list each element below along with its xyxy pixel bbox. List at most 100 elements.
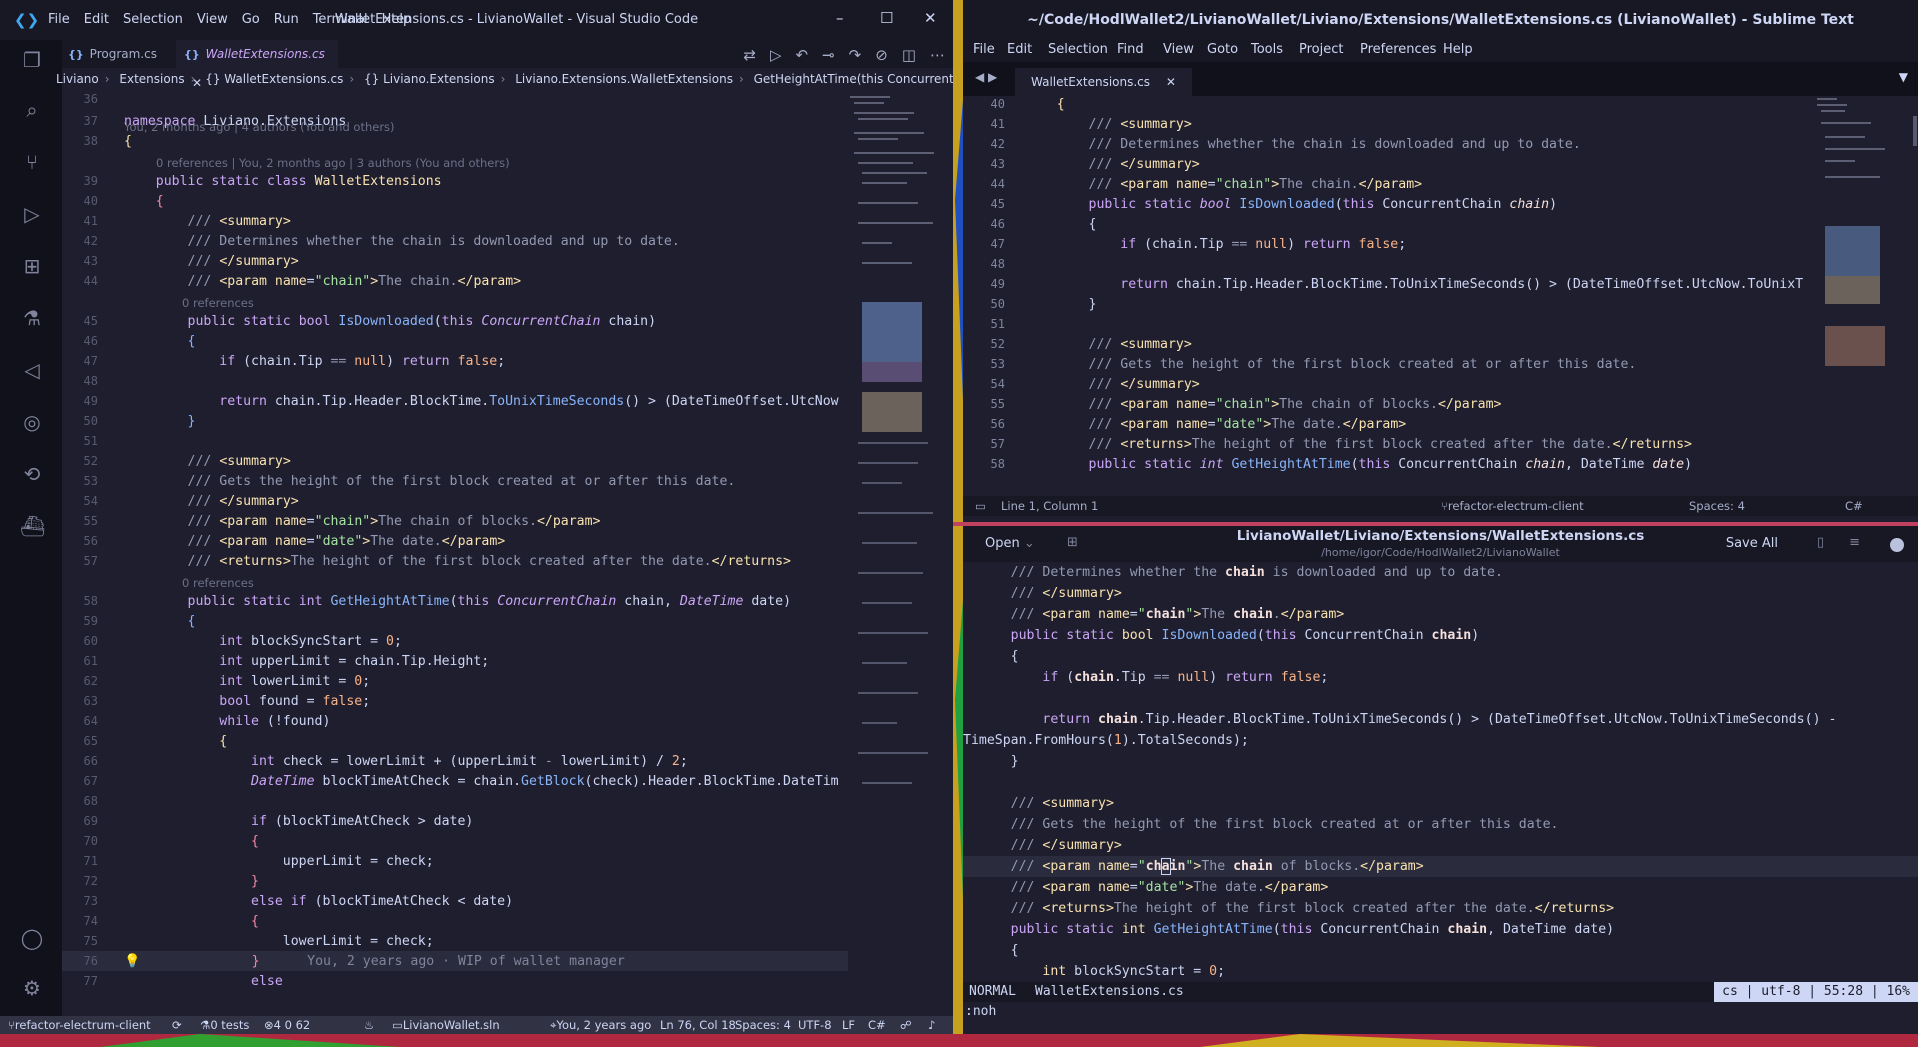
sublime-editor[interactable]: 40 { 41 /// <summary> 42 /// Determines … [963, 96, 1813, 482]
code-line: return chain.Tip.Header.BlockTime.ToUnix… [1042, 712, 1837, 727]
close-icon[interactable]: ✕ [924, 9, 937, 27]
save-icon[interactable]: ▯ [1817, 535, 1824, 550]
gvim-headerbar: Open ⌄ ⊞ LivianoWallet/Liviano/Extension… [963, 526, 1918, 562]
encoding[interactable]: UTF-8 [798, 1016, 832, 1034]
sublime-window: ~/Code/HodlWallet2/LivianoWallet/Liviano… [963, 0, 1918, 522]
timeline-icon[interactable]: ⊸ [822, 46, 835, 64]
code-line: 71 upperLimit = check; [83, 854, 434, 869]
code-line: { [963, 943, 1019, 958]
extensions-icon[interactable]: ⊞ [20, 254, 44, 278]
tab-close-icon[interactable]: ✕ [1166, 75, 1176, 89]
breadcrumb-item[interactable]: Liviano [56, 72, 99, 86]
solution-indicator[interactable]: ▭ LivianoWallet.sln [392, 1016, 500, 1034]
tab-program-cs[interactable]: {} Program.cs [62, 40, 176, 68]
end-of-line[interactable]: LF [842, 1016, 855, 1034]
code-line: 74 { [83, 914, 259, 929]
breadcrumb-item[interactable]: GetHeightAtTime(this ConcurrentChain cha… [754, 72, 953, 86]
maximize-icon[interactable]: ☐ [880, 9, 893, 27]
tests-indicator[interactable]: ⚗ 0 tests [200, 1016, 249, 1034]
sublime-minimap[interactable] [1813, 96, 1918, 482]
notifications-bell-icon[interactable]: ♪ [928, 1016, 935, 1034]
remote-explorer-icon[interactable]: ◁ [20, 358, 44, 382]
codelens[interactable]: 0 references [182, 575, 254, 591]
inline-blame: You, 2 years ago · WIP of wallet manager [307, 954, 625, 969]
branch-indicator[interactable]: ⑂ refactor-electrum-client [1441, 496, 1584, 516]
breadcrumb-item[interactable]: Extensions [119, 72, 184, 86]
code-line: 47 if (chain.Tip == null) return false; [990, 237, 1407, 252]
code-line: int blockSyncStart = 0; [1042, 964, 1226, 979]
menu-help[interactable]: Help [1443, 42, 1473, 57]
code-editor[interactable]: 36 You, 2 months ago | 4 authors (You an… [62, 92, 848, 1016]
code-line: 47 if (chain.Tip == null) return false; [83, 354, 506, 369]
code-line: 41 /// <summary> [83, 214, 291, 229]
flame-icon[interactable]: ♨ [364, 1016, 374, 1034]
indentation[interactable]: Spaces: 4 [1689, 496, 1745, 516]
menu-tools[interactable]: Tools [1251, 42, 1283, 57]
menu-view[interactable]: View [1163, 42, 1194, 57]
tab-walletextensions-cs[interactable]: {} WalletExtensions.cs ✕ [176, 40, 338, 90]
blame-indicator[interactable]: ⌖ You, 2 years ago [550, 1016, 651, 1034]
feedback-icon[interactable]: ☍ [900, 1016, 912, 1034]
problems-indicator[interactable]: ⊗ 4 0 62 [264, 1016, 310, 1034]
language-mode[interactable]: C# [868, 1016, 886, 1034]
run-icon[interactable]: ▷ [770, 46, 782, 64]
code-line: /// </summary> [1010, 838, 1122, 853]
menu-file[interactable]: File [973, 42, 995, 57]
account-icon[interactable]: ◯ [20, 926, 44, 950]
close-icon[interactable] [1890, 538, 1904, 552]
gvim-buffer[interactable]: /// Determines whether the chain is down… [963, 562, 1918, 988]
menu-preferences[interactable]: Preferences [1360, 42, 1436, 57]
code-line: 43 /// </summary> [990, 157, 1200, 172]
code-line: if (chain.Tip == null) return false; [1042, 670, 1329, 685]
menu-find[interactable]: Find [1117, 42, 1144, 57]
code-line: 70 { [83, 834, 259, 849]
settings-gear-icon[interactable]: ⚙ [20, 976, 44, 1000]
gitlens-icon[interactable]: ◎ [20, 410, 44, 434]
codelens[interactable]: 0 references | You, 2 months ago | 3 aut… [156, 155, 510, 171]
open-changes-icon[interactable]: ⇄ [743, 46, 756, 64]
code-line: 58 public static int GetHeightAtTime(thi… [83, 594, 792, 609]
tab-dropdown-icon[interactable]: ▼ [1899, 70, 1908, 84]
syntax[interactable]: C# [1845, 496, 1863, 516]
docker-icon[interactable]: ⛴ [20, 514, 45, 538]
menu-edit[interactable]: Edit [1007, 42, 1032, 57]
sync-icon[interactable]: ⟳ [172, 1016, 182, 1034]
breadcrumb-item[interactable]: Liviano.Extensions.WalletExtensions [515, 72, 733, 86]
code-line: /// <returns>The height of the first blo… [1010, 901, 1615, 916]
code-line: 69 if (blockTimeAtCheck > date) [83, 814, 474, 829]
minimap[interactable] [848, 92, 948, 1016]
code-line: 57 /// <returns>The height of the first … [990, 437, 1692, 452]
tab-nav-arrows-icon[interactable]: ◀ ▶ [975, 70, 997, 84]
branch-indicator[interactable]: ⑂ refactor-electrum-client [8, 1016, 151, 1034]
menu-project[interactable]: Project [1299, 42, 1343, 57]
testing-icon[interactable]: ⚗ [20, 306, 44, 330]
codelens[interactable]: 0 references [182, 295, 254, 311]
save-all-button[interactable]: Save All [1726, 536, 1778, 551]
panel-toggle-icon[interactable]: ▭ [975, 496, 986, 516]
hamburger-menu-icon[interactable]: ≡ [1849, 535, 1860, 550]
run-debug-icon[interactable]: ▷ [20, 202, 44, 226]
tab-walletextensions-cs[interactable]: WalletExtensions.cs ✕ [1015, 68, 1192, 96]
cursor-position[interactable]: Ln 76, Col 18 [660, 1016, 736, 1034]
vscode-titlebar: ❮❯ File Edit Selection View Go Run Termi… [0, 0, 953, 40]
code-line: 37 namespace Liviano.Extensions [83, 114, 347, 129]
code-line: 59 { [83, 614, 196, 629]
source-control-icon[interactable]: ⑂ [20, 150, 44, 174]
code-line: 42 /// Determines whether the chain is d… [83, 234, 680, 249]
more-actions-icon[interactable]: ⋯ [930, 46, 945, 64]
vim-cmdline[interactable]: :noh [965, 1004, 996, 1019]
search-icon[interactable]: ⌕ [20, 98, 44, 122]
menu-goto[interactable]: Goto [1207, 42, 1238, 57]
explorer-icon[interactable]: ❐ [20, 48, 44, 72]
breadcrumb-item[interactable]: {} Liviano.Extensions [364, 72, 495, 86]
split-editor-icon[interactable]: ◫ [902, 46, 916, 64]
minimize-icon[interactable]: – [836, 9, 844, 27]
menu-selection[interactable]: Selection [1048, 42, 1108, 57]
live-share-icon[interactable]: ⟲ [20, 462, 44, 486]
go-back-icon[interactable]: ↶ [796, 46, 809, 64]
toggle-blame-icon[interactable]: ⊘ [875, 46, 888, 64]
go-forward-icon[interactable]: ↷ [849, 46, 862, 64]
code-line: 40 { [83, 194, 164, 209]
indentation[interactable]: Spaces: 4 [735, 1016, 791, 1034]
breadcrumb-item[interactable]: {} WalletExtensions.cs [205, 72, 343, 86]
